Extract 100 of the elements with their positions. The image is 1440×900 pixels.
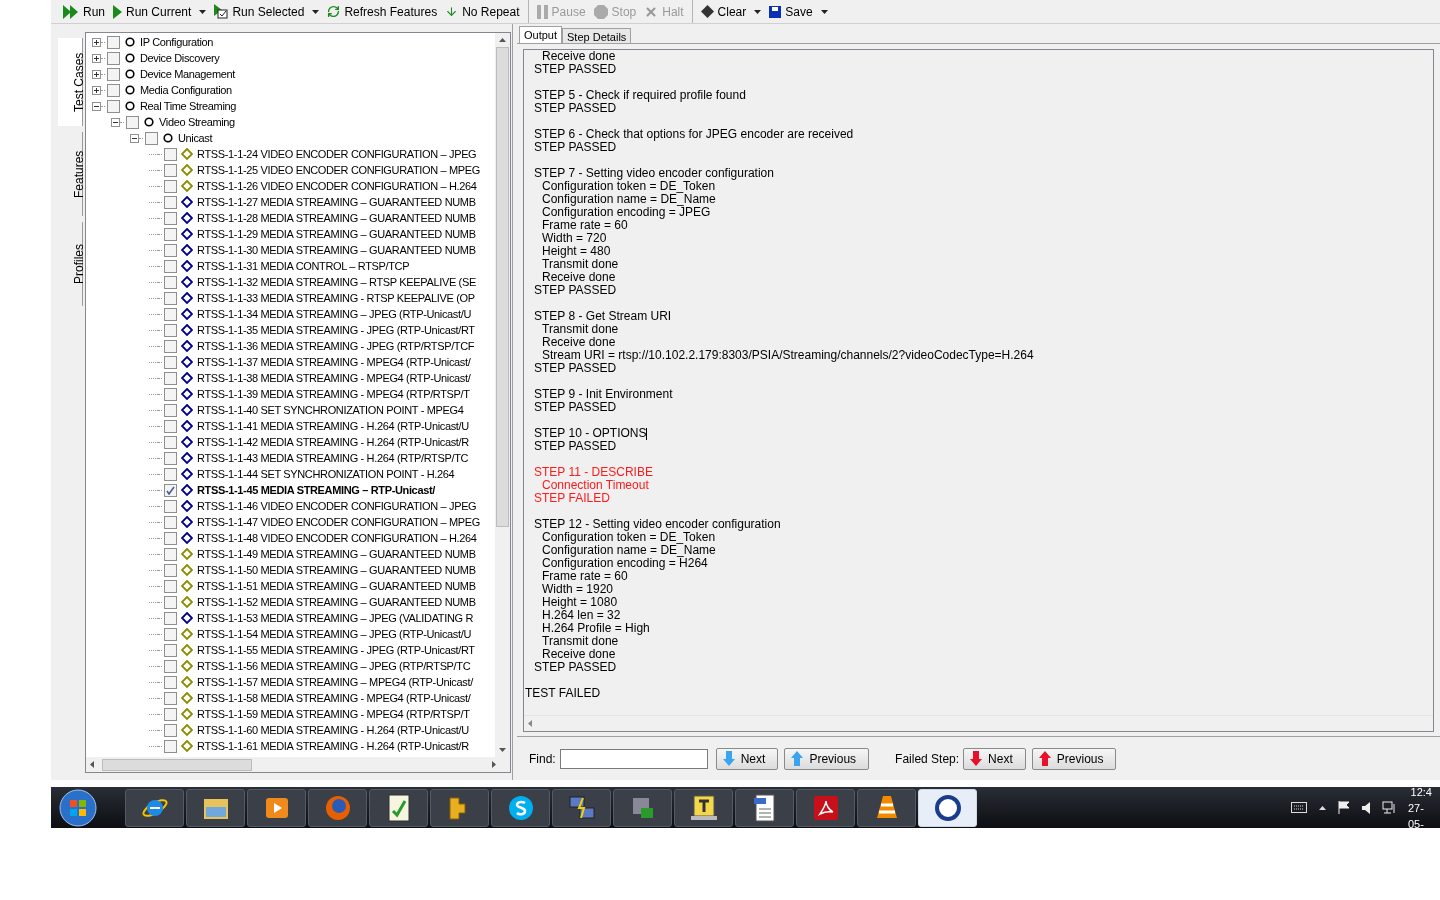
checkbox[interactable] (164, 275, 177, 289)
tree-item[interactable]: RTSS-1-1-38 MEDIA STREAMING - MPEG4 (RTP-Unicast/ (197, 369, 471, 387)
expand-toggle[interactable] (92, 37, 101, 47)
left-arrow-icon[interactable] (90, 761, 94, 768)
up-triangle-icon[interactable] (1319, 805, 1326, 810)
tree-item[interactable]: RTSS-1-1-48 VIDEO ENCODER CONFIGURATION – H.264 (197, 529, 477, 547)
checkbox[interactable] (145, 131, 158, 145)
nav-button[interactable]: Next (715, 747, 779, 770)
collapse-toggle[interactable] (111, 117, 120, 127)
tree-item[interactable]: RTSS-1-1-59 MEDIA STREAMING - MPEG4 (RTP/RTSP/T (197, 705, 470, 723)
taskbar-app[interactable] (552, 788, 611, 827)
taskbar-app[interactable] (125, 788, 184, 827)
tree-item[interactable]: RTSS-1-1-52 MEDIA STREAMING – GUARANTEED NUMB (197, 593, 476, 611)
checkbox[interactable] (164, 579, 177, 593)
checkbox[interactable] (164, 323, 177, 337)
taskbar-app[interactable] (430, 788, 489, 827)
taskbar-app[interactable] (674, 788, 733, 827)
tree-item[interactable]: RTSS-1-1-34 MEDIA STREAMING – JPEG (RTP-Unicast/U (197, 305, 471, 323)
checkbox[interactable] (164, 643, 177, 657)
expand-toggle[interactable] (92, 69, 101, 79)
checkbox[interactable] (164, 243, 177, 257)
checkbox[interactable] (107, 67, 120, 81)
collapse-toggle[interactable] (130, 133, 139, 143)
toolbar-button[interactable]: Run Selected (210, 1, 324, 22)
checkbox[interactable] (164, 339, 177, 353)
checkbox[interactable] (164, 435, 177, 449)
speaker-icon[interactable] (1362, 801, 1370, 814)
tree-item[interactable]: RTSS-1-1-40 SET SYNCHRONIZATION POINT - MPEG4 (197, 401, 464, 419)
tree-item[interactable]: RTSS-1-1-45 MEDIA STREAMING – RTP-Unicast/ (197, 481, 435, 499)
tree-item[interactable]: RTSS-1-1-26 VIDEO ENCODER CONFIGURATION – H.264 (197, 177, 477, 195)
taskbar-app[interactable] (796, 788, 855, 827)
checkbox[interactable] (164, 467, 177, 481)
toolbar-button[interactable]: Run Current (109, 1, 211, 22)
tree-item[interactable]: RTSS-1-1-55 MEDIA STREAMING - JPEG (RTP-Unicast/RT (197, 641, 475, 659)
tree-item[interactable]: RTSS-1-1-29 MEDIA STREAMING – GUARANTEED NUMB (197, 225, 476, 243)
output-tab[interactable]: Step Details (562, 28, 632, 43)
checkbox[interactable] (164, 211, 177, 225)
tree-item[interactable]: RTSS-1-1-57 MEDIA STREAMING – MPEG4 (RTP-Unicast/ (197, 673, 473, 691)
tree-item[interactable]: RTSS-1-1-24 VIDEO ENCODER CONFIGURATION – JPEG (197, 145, 477, 163)
toolbar-button[interactable]: Refresh Features (323, 1, 442, 22)
checkbox[interactable] (126, 115, 139, 129)
checkbox[interactable] (164, 611, 177, 625)
taskbar-app[interactable] (735, 788, 794, 827)
tree-item[interactable]: RTSS-1-1-37 MEDIA STREAMING - MPEG4 (RTP-Unicast/ (197, 353, 471, 371)
up-arrow-icon[interactable] (499, 38, 506, 42)
output-tab[interactable]: Output (519, 26, 563, 43)
checkbox[interactable] (164, 531, 177, 545)
vertical-scrollbar[interactable] (495, 33, 510, 757)
tree-item[interactable]: RTSS-1-1-54 MEDIA STREAMING – JPEG (RTP-Unicast/U (197, 625, 471, 643)
expand-toggle[interactable] (92, 85, 101, 95)
toolbar-button[interactable]: Run (59, 1, 109, 22)
toolbar-button[interactable]: Save (765, 1, 832, 22)
tree-item[interactable]: RTSS-1-1-42 MEDIA STREAMING - H.264 (RTP-Unicast/R (197, 433, 469, 451)
checkbox[interactable] (164, 387, 177, 401)
taskbar-app[interactable] (491, 788, 550, 827)
checkbox[interactable] (164, 227, 177, 241)
checkbox[interactable] (164, 163, 177, 177)
taskbar-app[interactable] (857, 788, 916, 827)
tree-item[interactable]: RTSS-1-1-58 MEDIA STREAMING - MPEG4 (RTP-Unicast/ (197, 689, 471, 707)
nav-button[interactable]: Previous (1031, 747, 1117, 770)
checkbox[interactable] (164, 515, 177, 529)
checkbox[interactable] (164, 355, 177, 369)
checkbox[interactable] (164, 307, 177, 321)
tree-item[interactable]: RTSS-1-1-53 MEDIA STREAMING – JPEG (VALIDATING R (197, 609, 473, 627)
tree-item[interactable]: RTSS-1-1-33 MEDIA STREAMING - RTSP KEEPALIVE (OP (197, 289, 475, 307)
checkbox[interactable] (164, 419, 177, 433)
taskbar-app[interactable] (186, 788, 245, 827)
tree-item[interactable]: RTSS-1-1-31 MEDIA CONTROL – RTSP/TCP (197, 257, 410, 275)
checkbox[interactable] (164, 179, 177, 193)
down-arrow-icon[interactable] (499, 748, 506, 752)
toolbar-button[interactable]: Clear (696, 1, 766, 22)
checkbox[interactable] (107, 35, 120, 49)
collapse-toggle[interactable] (92, 101, 101, 111)
tree-item[interactable]: RTSS-1-1-56 MEDIA STREAMING – JPEG (RTP/RTSP/TC (197, 657, 471, 675)
checkbox[interactable] (164, 483, 177, 497)
tree-item[interactable]: RTSS-1-1-46 VIDEO ENCODER CONFIGURATION – JPEG (197, 497, 477, 515)
tree-item[interactable]: RTSS-1-1-39 MEDIA STREAMING - MPEG4 (RTP/RTSP/T (197, 385, 470, 403)
tree-item[interactable]: RTSS-1-1-25 VIDEO ENCODER CONFIGURATION – MPEG (197, 161, 480, 179)
checkbox[interactable] (164, 739, 177, 753)
checkbox[interactable] (164, 595, 177, 609)
checkbox[interactable] (164, 371, 177, 385)
tree-item[interactable]: RTSS-1-1-36 MEDIA STREAMING - JPEG (RTP/RTSP/TCF (197, 337, 475, 355)
checkbox[interactable] (164, 723, 177, 737)
tree-item[interactable]: RTSS-1-1-49 MEDIA STREAMING – GUARANTEED NUMB (197, 545, 476, 563)
side-tab[interactable]: Test Cases (57, 38, 83, 126)
tree-item[interactable]: RTSS-1-1-30 MEDIA STREAMING – GUARANTEED NUMB (197, 241, 476, 259)
tree-item[interactable]: Unicast (178, 129, 213, 147)
checkbox[interactable] (107, 83, 120, 97)
checkbox[interactable] (164, 259, 177, 273)
tree-item[interactable]: RTSS-1-1-27 MEDIA STREAMING – GUARANTEED NUMB (197, 193, 476, 211)
checkbox[interactable] (164, 403, 177, 417)
nav-button[interactable]: Next (963, 747, 1026, 770)
tree-item[interactable]: RTSS-1-1-61 MEDIA STREAMING - H.264 (RTP-Unicast/R (197, 737, 469, 755)
tree-item[interactable]: RTSS-1-1-44 SET SYNCHRONIZATION POINT - H.264 (197, 465, 455, 483)
flag-icon[interactable] (1338, 801, 1350, 814)
tree-item[interactable]: Device Discovery (140, 49, 220, 67)
tree-item[interactable]: RTSS-1-1-43 MEDIA STREAMING - H.264 (RTP/RTSP/TC (197, 449, 469, 467)
tree-item[interactable]: RTSS-1-1-41 MEDIA STREAMING - H.264 (RTP-Unicast/U (197, 417, 469, 435)
tree-item[interactable]: RTSS-1-1-50 MEDIA STREAMING – GUARANTEED NUMB (197, 561, 476, 579)
checkbox[interactable] (164, 499, 177, 513)
